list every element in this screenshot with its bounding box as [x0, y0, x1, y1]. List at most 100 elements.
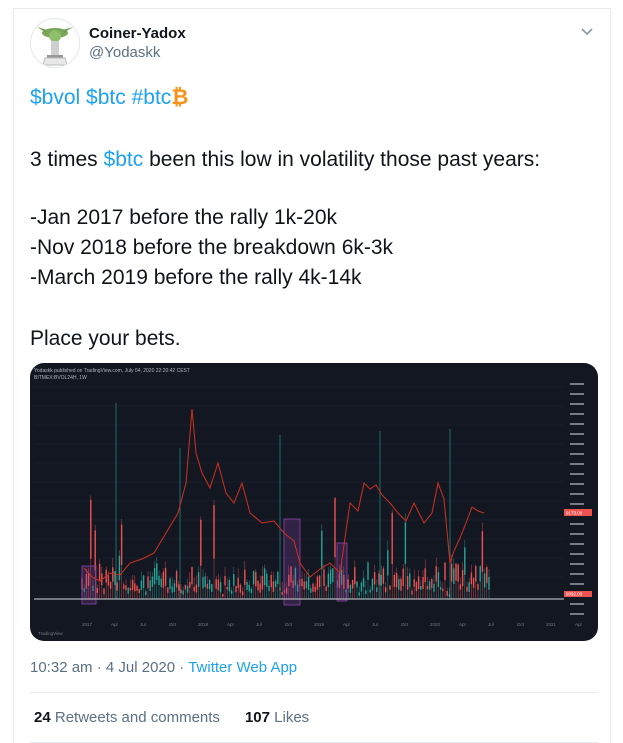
candle [391, 512, 393, 565]
hashtag-link[interactable]: #btc [132, 86, 172, 109]
candle [389, 585, 391, 590]
tradingview-chart-svg: Yodaskk published on TradingView.com, Ju… [34, 368, 592, 636]
candle [475, 566, 477, 582]
candle [360, 582, 363, 592]
candle [142, 575, 145, 588]
candle [349, 584, 352, 593]
axis-tick-label [570, 563, 584, 565]
candle [112, 567, 114, 582]
candle [466, 586, 468, 592]
time-axis-label: 2019 [314, 622, 325, 627]
candle [431, 579, 433, 589]
chart-time-axis: 2017 Apr Jul Oct 2018 Apr Jul Oct 2019 Apr Jul Oct 2… [82, 622, 583, 627]
candle [107, 575, 110, 586]
axis-tick-label [570, 533, 584, 535]
likes-stat[interactable]: 107 Likes [245, 709, 309, 726]
candle [327, 573, 330, 588]
candle [263, 568, 266, 586]
candle [477, 584, 479, 590]
candle [444, 562, 446, 581]
candle [131, 579, 134, 591]
candle [406, 576, 409, 590]
candle [358, 592, 360, 596]
time-axis-label: 2017 [82, 622, 93, 627]
candle [483, 573, 486, 588]
candle [184, 584, 187, 590]
candle [325, 586, 327, 591]
source-app-link[interactable]: Twitter Web App [188, 659, 297, 676]
candle [206, 583, 209, 589]
candle [409, 573, 411, 588]
candle [274, 580, 277, 588]
candle [136, 585, 138, 591]
candle [486, 567, 488, 584]
candle [215, 579, 217, 589]
candle [246, 581, 248, 590]
candle [362, 578, 365, 587]
axis-tick-label [570, 483, 584, 485]
chevron-down-icon[interactable] [580, 24, 594, 40]
candle [461, 570, 464, 587]
candle [94, 530, 96, 571]
candle [211, 584, 213, 592]
tweet-text-line: -Nov 2018 before the breakdown 6k-3k [30, 236, 394, 259]
candle [281, 592, 283, 595]
hashtag-line: $bvol $btc #btc₿ [30, 86, 188, 110]
candle [125, 585, 127, 591]
candle [428, 581, 431, 590]
candle [98, 563, 101, 581]
candle [422, 577, 424, 589]
candle [384, 587, 387, 593]
chart-image[interactable]: Yodaskk published on TradingView.com, Ju… [30, 363, 598, 641]
axis-tick-label [570, 493, 584, 495]
axis-tick-label [570, 503, 584, 505]
candle [193, 586, 195, 592]
candle [310, 588, 312, 593]
candle [158, 575, 160, 586]
display-name[interactable]: Coiner-Yadox [89, 25, 186, 42]
likes-label: Likes [274, 709, 310, 726]
meta-separator: · [179, 659, 185, 676]
tweet-time[interactable]: 10:32 am [30, 659, 93, 676]
axis-tick-label [570, 583, 584, 585]
candle [373, 572, 376, 585]
time-axis-label: Jul [140, 622, 146, 627]
axis-tick-label [570, 453, 584, 455]
candle [472, 578, 475, 588]
user-handle[interactable]: @Yodaskk [89, 44, 160, 61]
candle [171, 586, 173, 593]
hashtag-link[interactable]: $bvol [30, 86, 80, 109]
candle [178, 584, 180, 591]
candle [169, 578, 171, 589]
candle [314, 586, 316, 592]
hashtag-link[interactable]: $btc [104, 148, 144, 171]
yoda-avatar-icon [37, 27, 73, 66]
candle [195, 584, 198, 593]
candle [255, 572, 257, 587]
candle [413, 579, 415, 587]
candle [120, 524, 123, 566]
axis-tick-label [570, 573, 584, 575]
axis-tick-label [570, 553, 584, 555]
tweet-text: been this low in volatility those past y… [143, 148, 541, 171]
candle [470, 572, 473, 585]
candle [376, 587, 378, 592]
candle [233, 574, 235, 586]
candle [224, 576, 226, 586]
candle [167, 587, 169, 593]
candle [217, 579, 220, 591]
price-tag-red-label: 9173.00 [566, 511, 583, 516]
candle [252, 571, 255, 585]
candle [182, 590, 184, 595]
retweets-stat[interactable]: 24 Retweets and comments [34, 709, 220, 726]
candle [382, 568, 385, 584]
chart-watermark: TradingView [38, 631, 64, 636]
axis-tick-label [570, 413, 584, 415]
avatar[interactable] [30, 18, 80, 68]
hashtag-link[interactable]: $btc [86, 86, 126, 109]
tweet-date[interactable]: 4 Jul 2020 [106, 659, 175, 676]
axis-tick-label [570, 393, 584, 395]
candle [127, 587, 129, 594]
candle [393, 574, 396, 588]
candle [398, 578, 400, 590]
